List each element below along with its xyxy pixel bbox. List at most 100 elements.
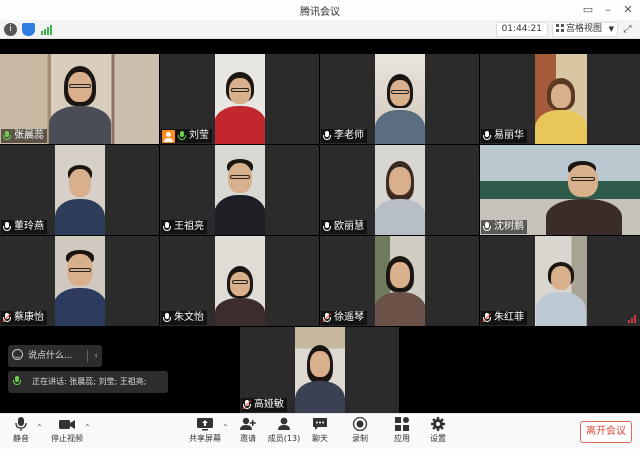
apps-label: 应用 [394, 434, 410, 443]
mic-icon [2, 221, 12, 233]
participant-nametag: 欧丽慧 [321, 220, 367, 234]
participant-video [535, 236, 587, 326]
participant-nametag: 蔡康怡 [1, 311, 47, 325]
video-tile[interactable]: 高娅敏 [240, 327, 399, 413]
record-button[interactable]: 录制 [348, 416, 372, 444]
participant-video [535, 54, 587, 144]
leave-meeting-button[interactable]: 离开会议 [580, 421, 632, 443]
participant-nametag: 朱文怡 [161, 311, 207, 325]
participant-nametag: 高娅敏 [241, 398, 287, 412]
participant-name: 高娅敏 [254, 399, 284, 410]
title-bar: 腾讯会议 ▭ – ✕ [0, 0, 640, 20]
mic-muted-icon [481, 312, 492, 324]
mute-button[interactable]: 静音 [8, 417, 34, 444]
participant-name: 刘莹 [189, 130, 209, 141]
participant-name: 易丽华 [494, 130, 524, 141]
participant-name: 蔡康怡 [14, 312, 44, 323]
participant-name: 徐遥琴 [334, 312, 364, 323]
stop-video-button[interactable]: 停止视频 [50, 417, 84, 444]
invite-label: 邀请 [240, 434, 256, 443]
participant-nametag: 王祖亮 [161, 220, 207, 234]
share-screen-icon [197, 417, 213, 431]
mute-label: 静音 [13, 434, 29, 443]
view-mode-dropdown[interactable]: 宫格视图 ▼ [552, 22, 618, 37]
video-tile[interactable]: 徐遥琴 [320, 236, 479, 326]
participant-name: 沈树鹏 [494, 221, 524, 232]
participant-nametag: 刘莹 [161, 129, 212, 143]
window-title: 腾讯会议 [300, 7, 340, 18]
info-icon[interactable]: i [4, 23, 17, 36]
host-icon [162, 129, 175, 143]
apps-button[interactable]: 应用 [390, 417, 414, 444]
video-tile[interactable]: 欧丽慧 [320, 145, 479, 235]
close-button[interactable]: ✕ [620, 2, 636, 18]
emoji-icon[interactable] [12, 349, 23, 360]
mic-muted-icon [321, 312, 332, 324]
chevron-left-icon[interactable]: ‹ [94, 345, 98, 367]
stop-video-label: 停止视频 [51, 434, 83, 443]
participant-name: 张晨蕊 [14, 130, 44, 141]
mic-active-icon [177, 130, 187, 142]
speaking-text: 正在讲话: 张晨蕊; 刘莹; 王祖亮; [32, 377, 147, 386]
participant-nametag: 徐遥琴 [321, 311, 367, 325]
participant-name: 朱文怡 [174, 312, 204, 323]
participant-video [215, 54, 265, 144]
video-tile[interactable]: 朱文怡 [160, 236, 319, 326]
settings-button[interactable]: 设置 [426, 417, 450, 444]
meeting-timer: 01:44:21 [495, 22, 548, 37]
participant-name: 董玲燕 [14, 221, 44, 232]
video-tile[interactable]: 张晨蕊 [0, 54, 159, 144]
participant-nametag: 张晨蕊 [1, 129, 47, 143]
participant-name: 朱红菲 [494, 312, 524, 323]
mute-options-caret[interactable]: ⌃ [36, 423, 43, 432]
video-tile[interactable]: 王祖亮 [160, 145, 319, 235]
add-user-icon [240, 417, 256, 431]
chat-quick-input[interactable]: 说点什么... ‹ [8, 345, 102, 367]
record-label: 录制 [352, 434, 368, 443]
network-signal-icon[interactable] [40, 23, 53, 36]
chat-label: 聊天 [312, 434, 328, 443]
mic-muted-icon [1, 312, 12, 324]
security-shield-icon[interactable] [22, 23, 35, 36]
participant-video [215, 145, 265, 235]
share-screen-label: 共享屏幕 [189, 434, 221, 443]
participant-name: 王祖亮 [174, 221, 204, 232]
share-screen-button[interactable]: 共享屏幕 [188, 417, 222, 444]
pin-icon[interactable]: ▭ [580, 2, 596, 18]
participant-video [215, 236, 265, 326]
video-tile[interactable]: 朱红菲 [480, 236, 640, 326]
view-mode-label: 宫格视图 [566, 24, 603, 34]
status-bar: i 01:44:21 宫格视图 ▼ ⤢ [0, 20, 640, 39]
grid-icon [556, 24, 564, 32]
chat-button[interactable]: 聊天 [308, 417, 332, 444]
participant-video [55, 236, 105, 326]
participant-nametag: 朱红菲 [481, 311, 527, 325]
video-tile[interactable]: 李老师 [320, 54, 479, 144]
microphone-icon [13, 417, 29, 431]
participant-video [375, 145, 425, 235]
share-options-caret[interactable]: ⌃ [222, 423, 229, 432]
mic-icon [162, 221, 172, 233]
participant-name: 欧丽慧 [334, 221, 364, 232]
video-tile[interactable]: 刘莹 [160, 54, 319, 144]
video-tile[interactable]: 易丽华 [480, 54, 640, 144]
mic-icon [482, 221, 492, 233]
fullscreen-icon[interactable]: ⤢ [620, 22, 635, 37]
settings-label: 设置 [430, 434, 446, 443]
video-tile[interactable]: 沈树鹏 [480, 145, 640, 235]
video-tile[interactable]: 董玲燕 [0, 145, 159, 235]
participant-video [55, 145, 105, 235]
chevron-down-icon: ▼ [608, 25, 614, 33]
video-tile[interactable]: 蔡康怡 [0, 236, 159, 326]
record-icon [352, 416, 368, 432]
video-options-caret[interactable]: ⌃ [84, 423, 91, 432]
minimize-button[interactable]: – [600, 2, 616, 18]
participant-nametag: 易丽华 [481, 129, 527, 143]
members-button[interactable]: 成员(13) [266, 417, 302, 444]
members-label: 成员(13) [267, 434, 301, 443]
gear-icon [430, 417, 446, 431]
chat-input-placeholder: 说点什么... [28, 351, 73, 361]
invite-button[interactable]: 邀请 [236, 417, 260, 444]
members-icon [276, 417, 292, 431]
camera-icon [59, 417, 75, 431]
